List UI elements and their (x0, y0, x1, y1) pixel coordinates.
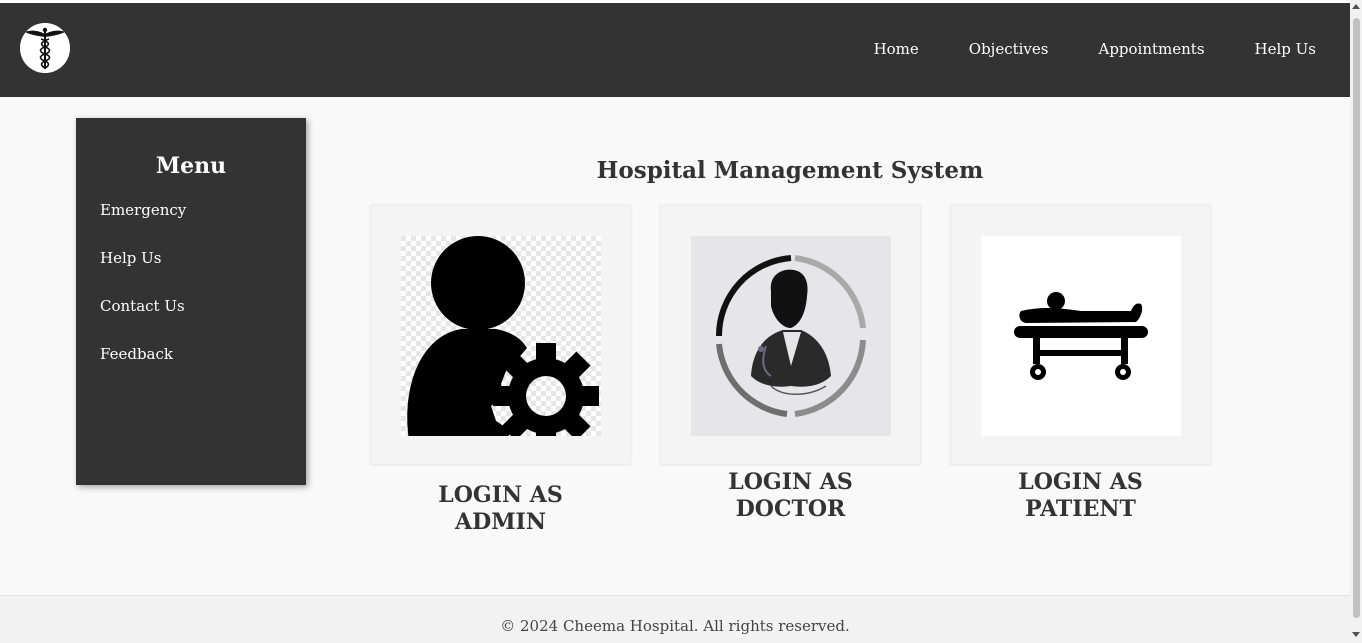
nav-help-us[interactable]: Help Us (1255, 40, 1316, 58)
patient-stretcher-icon (981, 236, 1181, 436)
admin-login-label[interactable]: LOGIN AS ADMIN (370, 482, 631, 536)
scroll-up-arrow-icon[interactable] (1352, 4, 1360, 9)
caduceus-icon[interactable] (20, 23, 70, 73)
nav-objectives[interactable]: Objectives (969, 40, 1049, 58)
patient-label-line2: PATIENT (1025, 496, 1136, 522)
doctor-login-label[interactable]: LOGIN AS DOCTOR (660, 469, 921, 523)
patient-login-label[interactable]: LOGIN AS PATIENT (950, 469, 1211, 523)
navbar: Home Objectives Appointments Help Us (0, 3, 1350, 97)
doctor-login-card[interactable] (660, 205, 921, 465)
sidebar-item-contact-us[interactable]: Contact Us (76, 297, 306, 345)
footer-copyright: © 2024 Cheema Hospital. All rights reser… (500, 617, 850, 635)
scroll-down-arrow-icon[interactable] (1352, 632, 1360, 637)
patient-login-card[interactable] (950, 205, 1211, 465)
nav-home[interactable]: Home (874, 40, 919, 58)
page-title: Hospital Management System (596, 157, 984, 184)
sidebar-title: Menu (155, 153, 227, 179)
doctor-icon (691, 236, 891, 436)
patient-label-line1: LOGIN AS (1018, 469, 1143, 495)
sidebar-item-emergency[interactable]: Emergency (76, 201, 306, 249)
footer: © 2024 Cheema Hospital. All rights reser… (0, 595, 1350, 643)
scroll-thumb[interactable] (1353, 18, 1360, 618)
sidebar-menu: Menu Emergency Help Us Contact Us Feedba… (76, 118, 306, 485)
sidebar-list: Emergency Help Us Contact Us Feedback (76, 201, 306, 393)
sidebar-item-feedback[interactable]: Feedback (76, 345, 306, 393)
page: Home Objectives Appointments Help Us Men… (0, 0, 1350, 643)
doctor-label-line2: DOCTOR (735, 496, 846, 522)
doctor-label-line1: LOGIN AS (728, 469, 853, 495)
admin-label-line1: LOGIN AS (438, 482, 563, 508)
admin-settings-icon (401, 236, 601, 449)
nav-appointments[interactable]: Appointments (1098, 40, 1204, 58)
admin-label-line2: ADMIN (455, 509, 546, 535)
vertical-scrollbar[interactable] (1350, 0, 1362, 643)
admin-login-card[interactable] (370, 205, 631, 465)
nav-links: Home Objectives Appointments Help Us (824, 40, 1316, 58)
sidebar-item-help-us[interactable]: Help Us (76, 249, 306, 297)
